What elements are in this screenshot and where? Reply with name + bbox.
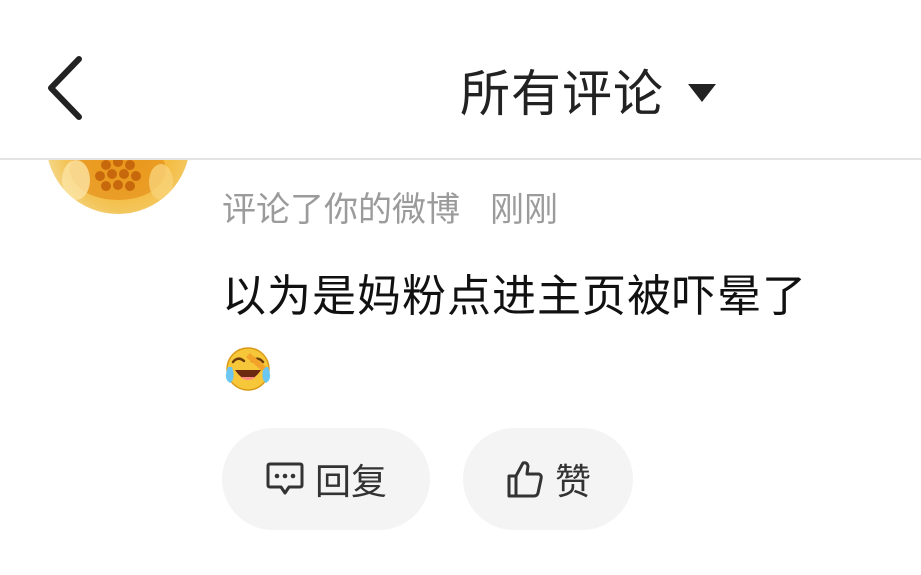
thumbs-up-icon: [507, 461, 543, 498]
comment-action-text: 评论了你的微博: [222, 190, 460, 230]
laughing-crying-emoji-icon: [225, 347, 271, 391]
back-button[interactable]: [30, 48, 100, 128]
like-button[interactable]: 赞: [463, 428, 633, 530]
reply-label: 回复: [314, 462, 387, 503]
comment-text: 以为是妈粉点进主页被吓晕了: [222, 271, 807, 322]
comment-filter-dropdown[interactable]: 所有评论: [460, 55, 718, 125]
comment-icon: [266, 462, 304, 495]
comment-meta: 评论了你的微博 刚刚: [222, 182, 558, 231]
avatar[interactable]: [46, 160, 190, 214]
like-label: 赞: [554, 462, 591, 503]
avatar-image: [62, 160, 173, 200]
comment-body: 评论了你的微博 刚刚 以为是妈粉点进主页被吓晕了 回复 赞: [0, 160, 921, 575]
caret-down-icon: [688, 84, 716, 102]
top-bar: 所有评论: [0, 0, 921, 160]
page-title: 所有评论: [460, 65, 664, 123]
reply-button[interactable]: 回复: [222, 428, 430, 530]
comment-item: 评论了你的微博 刚刚 以为是妈粉点进主页被吓晕了 回复 赞: [0, 160, 921, 575]
chevron-left-icon: [48, 56, 82, 120]
comment-time: 刚刚: [490, 190, 558, 230]
